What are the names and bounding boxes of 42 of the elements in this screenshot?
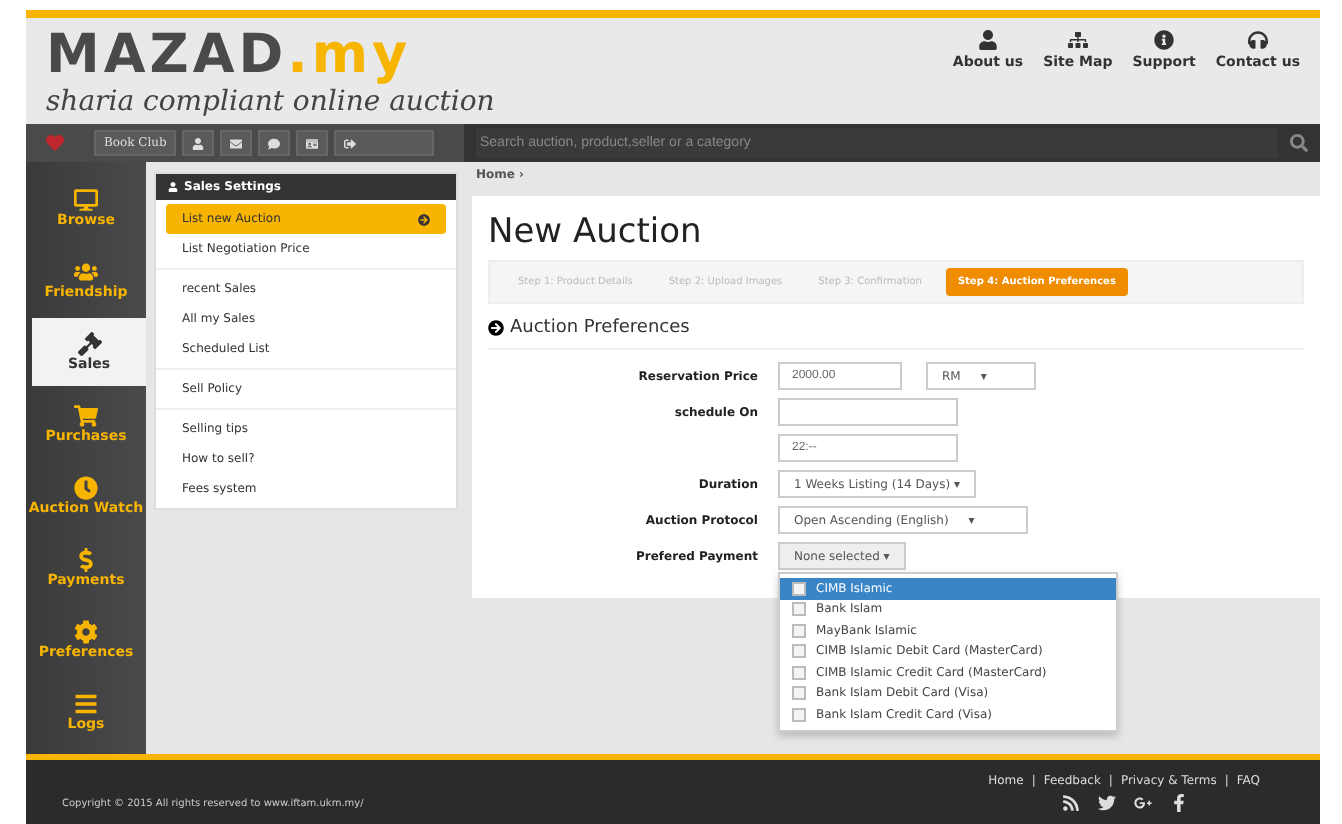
- user-icon: [192, 137, 205, 149]
- headset-icon: [1247, 30, 1268, 50]
- dollar-icon: [74, 547, 98, 571]
- checkbox[interactable]: [792, 581, 806, 596]
- logout-button[interactable]: [334, 130, 435, 156]
- checkbox[interactable]: [792, 665, 806, 680]
- clock-icon: [74, 475, 98, 499]
- user-icon: [168, 182, 178, 192]
- section-title: Auction Preferences: [510, 318, 690, 338]
- cart-icon: [74, 403, 98, 427]
- arrow-icon: [418, 213, 430, 225]
- chat-button[interactable]: [258, 130, 291, 156]
- monitor-icon: [74, 187, 98, 211]
- checkbox[interactable]: [792, 602, 806, 617]
- mail-button[interactable]: [220, 130, 253, 156]
- logo[interactable]: MAZAD.my: [46, 26, 495, 86]
- profile-button[interactable]: [182, 130, 215, 156]
- card-button[interactable]: [296, 130, 329, 156]
- checkbox[interactable]: [792, 623, 806, 638]
- arrow-icon: [488, 320, 504, 336]
- checkbox[interactable]: [792, 707, 806, 722]
- g-plus-icon[interactable]: [1133, 794, 1152, 812]
- settings-icon: [74, 619, 98, 643]
- gavel-icon: [77, 331, 101, 355]
- checkbox[interactable]: [792, 686, 806, 701]
- user-icon: [978, 30, 998, 50]
- search-icon[interactable]: [1290, 134, 1308, 152]
- date-field[interactable]: [778, 398, 958, 426]
- sitemap-icon: [1067, 30, 1088, 50]
- page-title: New Auction: [488, 212, 704, 252]
- exit-icon: [344, 137, 357, 149]
- people-icon: [74, 259, 98, 283]
- chat-icon: [268, 137, 281, 149]
- checkbox[interactable]: [792, 644, 806, 659]
- menu-icon: [74, 691, 98, 715]
- bird-icon[interactable]: [1097, 794, 1116, 812]
- f-icon[interactable]: [1169, 794, 1188, 812]
- tagline: sharia compliant online auction: [46, 86, 495, 118]
- info-icon: [1154, 30, 1175, 50]
- envelope-icon: [230, 137, 243, 149]
- card-icon: [306, 137, 319, 149]
- rss-icon[interactable]: [1061, 794, 1080, 812]
